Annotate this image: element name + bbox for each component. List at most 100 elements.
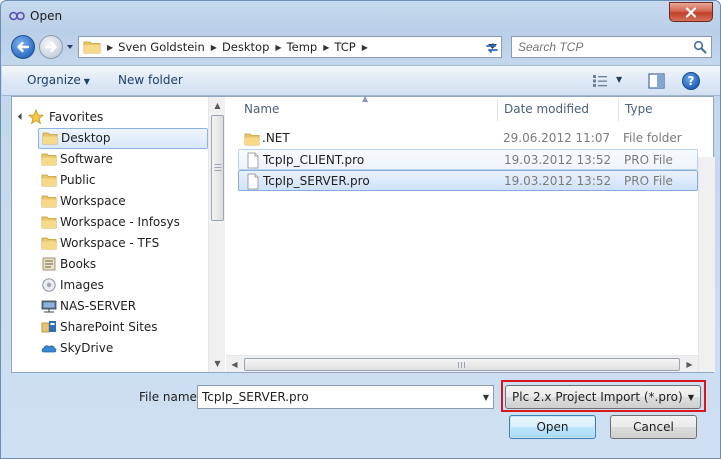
chevron-down-icon[interactable]: ▼ <box>483 393 489 402</box>
file-name-input[interactable] <box>202 389 472 405</box>
file-name-field[interactable]: ▼ <box>197 385 494 409</box>
file-list-horizontal-scrollbar[interactable]: ◀ ▶ <box>226 355 698 372</box>
sidebar-item-images[interactable]: Images <box>12 275 207 296</box>
content-area: Favorites Desktop Software Public Worksp… <box>11 94 715 373</box>
file-name: TcpIp_SERVER.pro <box>263 174 370 188</box>
breadcrumb-item[interactable]: TCP ▶ <box>334 40 372 54</box>
favorites-label: Favorites <box>49 110 104 124</box>
folder-icon <box>41 237 57 250</box>
sidebar-item-nas-server[interactable]: NAS-SERVER <box>12 296 207 317</box>
column-label: Name <box>244 102 280 116</box>
scroll-down-arrow-icon[interactable]: ▼ <box>209 355 226 372</box>
file-type: PRO File <box>624 153 673 167</box>
view-options-chevron-icon[interactable]: ▼ <box>616 75 622 84</box>
organize-label: Organize <box>27 73 81 87</box>
file-row-tcpip-server[interactable]: TcpIp_SERVER.pro 19.03.2012 13:52 PRO Fi… <box>238 170 698 191</box>
folder-icon <box>41 153 57 166</box>
open-dialog: Open ▶ Sven Goldstein ▶ Desktop ▶ Temp ▶ TC… <box>0 0 721 459</box>
sidebar-item-workspace[interactable]: Workspace <box>12 191 207 212</box>
sidebar-item-software[interactable]: Software <box>12 149 207 170</box>
close-button[interactable] <box>669 2 713 22</box>
collapse-arrow-icon[interactable] <box>17 112 26 121</box>
images-icon <box>42 278 56 292</box>
sidebar-item-workspace-tfs[interactable]: Workspace - TFS <box>12 233 207 254</box>
file-row-dotnet[interactable]: .NET 29.06.2012 11:07 File folder <box>238 128 698 149</box>
scrollbar-grip <box>458 361 466 368</box>
arrow-right-icon <box>44 41 57 53</box>
folder-icon <box>41 216 57 229</box>
file-name: TcpIp_CLIENT.pro <box>263 153 365 167</box>
network-drive-icon <box>41 300 57 313</box>
column-header-type[interactable]: Type <box>619 99 699 121</box>
file-type-filter-dropdown[interactable]: Plc 2.x Project Import (*.pro) ▼ <box>505 385 701 409</box>
scroll-left-arrow-icon[interactable]: ◀ <box>226 356 243 373</box>
sidebar-item-desktop[interactable]: Desktop <box>38 128 208 149</box>
column-header-name[interactable]: Name <box>226 99 484 121</box>
cancel-button[interactable]: Cancel <box>610 415 697 439</box>
skydrive-icon <box>41 345 57 353</box>
navigation-pane-scrollbar[interactable]: ▲ ▼ <box>208 97 225 372</box>
search-input[interactable] <box>518 39 678 55</box>
breadcrumb-item[interactable]: Sven Goldstein ▶ <box>118 40 222 54</box>
sidebar-item-label: Workspace <box>60 194 126 208</box>
forward-button[interactable] <box>39 35 63 59</box>
help-icon[interactable]: ? <box>682 72 700 90</box>
file-type-filter-value: Plc 2.x Project Import (*.pro) <box>512 390 683 404</box>
folder-icon <box>41 174 57 187</box>
file-date: 19.03.2012 13:52 <box>504 174 612 188</box>
column-header-date-modified[interactable]: Date modified <box>498 99 618 121</box>
library-icon <box>42 257 56 271</box>
sidebar-item-label: Desktop <box>61 131 111 145</box>
scrollbar-thumb[interactable] <box>244 358 680 371</box>
search-icon[interactable] <box>693 40 707 54</box>
file-type: PRO File <box>624 174 673 188</box>
scroll-up-arrow-icon[interactable]: ▲ <box>209 97 226 114</box>
refresh-button[interactable] <box>482 38 502 57</box>
breadcrumb-item[interactable]: Temp ▶ <box>287 40 335 54</box>
search-box[interactable] <box>511 36 712 58</box>
scrollbar-thumb[interactable] <box>211 115 224 221</box>
star-icon <box>28 109 44 125</box>
file-type: File folder <box>623 131 682 145</box>
open-button[interactable]: Open <box>509 415 596 439</box>
scroll-right-arrow-icon[interactable]: ▶ <box>681 356 698 373</box>
sidebar-item-workspace-infosys[interactable]: Workspace - Infosys <box>12 212 207 233</box>
back-button[interactable] <box>11 35 35 59</box>
title-bar: Open <box>1 1 720 31</box>
column-label: Type <box>625 102 653 116</box>
file-icon <box>247 173 259 190</box>
close-icon <box>685 6 697 18</box>
breadcrumb-item[interactable]: Desktop ▶ <box>222 40 287 54</box>
sidebar-item-public[interactable]: Public <box>12 170 207 191</box>
folder-icon <box>244 133 260 146</box>
navigation-pane: Favorites Desktop Software Public Worksp… <box>12 97 208 372</box>
sidebar-item-label: SkyDrive <box>60 341 114 355</box>
column-label: Date modified <box>504 102 590 116</box>
organize-button[interactable]: Organize ▼ <box>27 73 90 87</box>
change-view-icon[interactable] <box>592 74 608 88</box>
sidebar-item-label: Public <box>60 173 96 187</box>
sidebar-item-sharepoint-sites[interactable]: SharePoint Sites <box>12 317 207 338</box>
address-bar[interactable]: ▶ Sven Goldstein ▶ Desktop ▶ Temp ▶ TCP ▶ <box>78 36 502 58</box>
scrollbar-grip <box>214 164 221 172</box>
file-list-scrollbar[interactable] <box>698 157 715 372</box>
folder-icon <box>41 195 57 208</box>
sidebar-item-books[interactable]: Books <box>12 254 207 275</box>
sidebar-item-label: NAS-SERVER <box>60 299 137 313</box>
sidebar-item-label: Images <box>60 278 104 292</box>
file-row-tcpip-client[interactable]: TcpIp_CLIENT.pro 19.03.2012 13:52 PRO Fi… <box>238 149 698 170</box>
sidebar-item-label: Workspace - Infosys <box>60 215 180 229</box>
file-name-label: File name: <box>139 390 201 404</box>
favorites-header[interactable]: Favorites <box>12 107 207 128</box>
chevron-down-icon: ▼ <box>687 393 694 402</box>
recent-pages-chevron-icon[interactable] <box>65 42 75 52</box>
sidebar-item-skydrive[interactable]: SkyDrive <box>12 338 207 359</box>
new-folder-button[interactable]: New folder <box>118 73 183 87</box>
sidebar-item-label: Workspace - TFS <box>60 236 160 250</box>
sharepoint-icon <box>41 321 56 333</box>
refresh-icon <box>486 42 498 53</box>
breadcrumb-separator-root[interactable]: ▶ <box>105 43 118 52</box>
file-name: .NET <box>262 131 290 145</box>
preview-pane-icon[interactable] <box>648 73 665 89</box>
sidebar-item-label: Software <box>60 152 113 166</box>
